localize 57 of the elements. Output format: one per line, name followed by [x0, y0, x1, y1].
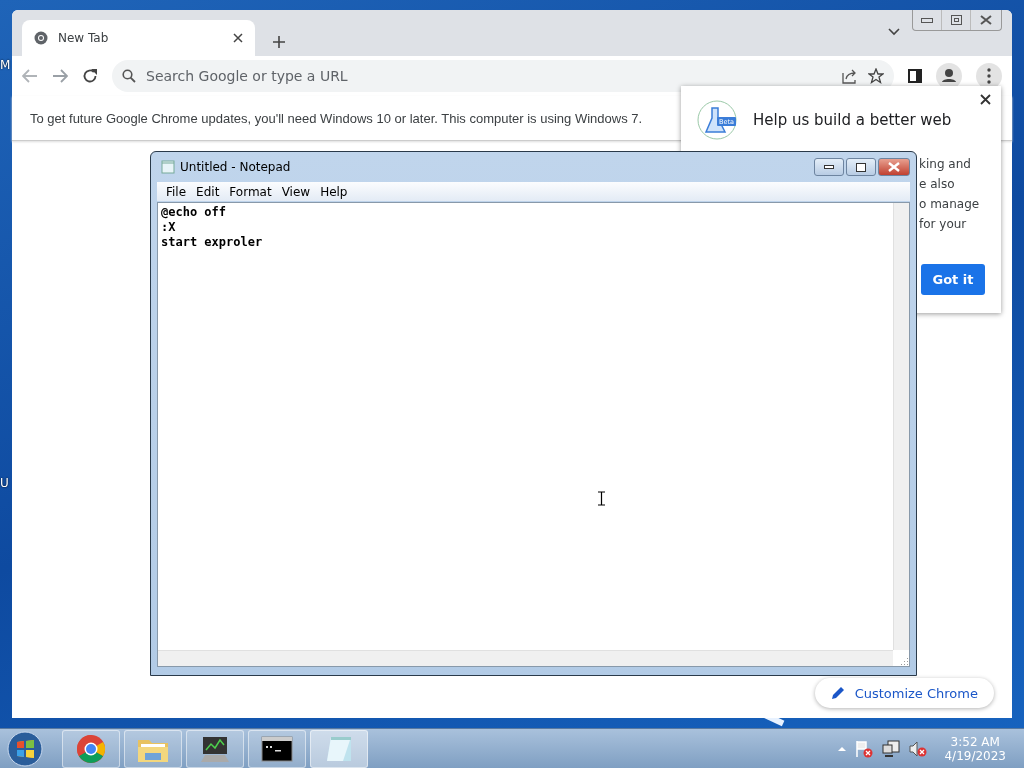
minimize-icon[interactable]	[921, 17, 933, 23]
start-button[interactable]	[7, 730, 43, 767]
popup-text: king and	[919, 156, 972, 173]
date: 4/19/2023	[944, 748, 1006, 763]
new-tab-icon[interactable]	[273, 36, 285, 48]
taskbar-button[interactable]	[186, 729, 244, 768]
search-icon	[122, 69, 136, 83]
customize-chrome-button[interactable]: Customize Chrome	[814, 678, 994, 708]
text-line: start exproler	[161, 235, 264, 250]
menu-item[interactable]: File	[161, 184, 192, 199]
close-button[interactable]	[878, 158, 910, 176]
desktop-label: M	[0, 58, 11, 72]
close-icon[interactable]	[233, 33, 243, 43]
star-icon[interactable]	[868, 68, 884, 84]
text-line: :X	[161, 220, 177, 235]
popup-text: o manage	[919, 196, 981, 213]
chrome-icon	[76, 733, 106, 764]
console-icon	[261, 735, 293, 762]
address-bar[interactable]: Search Google or type a URL	[112, 60, 894, 92]
taskbar-button[interactable]	[248, 729, 306, 768]
network-icon[interactable]	[882, 739, 901, 758]
maximize-icon	[856, 162, 866, 172]
minimize-button[interactable]	[814, 158, 844, 176]
menu-icon[interactable]	[976, 63, 1002, 89]
close-icon[interactable]	[980, 94, 991, 105]
flag-icon[interactable]	[855, 739, 874, 758]
maximize-button[interactable]	[846, 158, 876, 176]
menu-item[interactable]: View	[276, 184, 316, 199]
maximize-icon[interactable]	[950, 15, 962, 25]
menu-item[interactable]: Help	[315, 184, 353, 199]
minimize-icon	[824, 165, 834, 169]
chrome-icon	[34, 31, 48, 45]
window-title: Untitled - Notepad	[180, 160, 291, 174]
text-line: @echo off	[161, 205, 228, 220]
popup-text: for your	[919, 216, 968, 233]
time: 3:52 AM	[950, 734, 1000, 749]
popup-title: Help us build a better web	[753, 111, 952, 129]
text-cursor-icon	[598, 491, 605, 506]
close-icon[interactable]	[980, 15, 992, 25]
side-panel-icon[interactable]	[908, 69, 922, 83]
close-icon	[888, 162, 900, 172]
forward-icon[interactable]	[52, 69, 68, 83]
update-notice: To get future Google Chrome updates, you'll need Windows 10 or later. This computer is using Windows 7.	[30, 110, 643, 126]
share-icon[interactable]	[842, 68, 858, 84]
browser-tab[interactable]: New Tab	[22, 20, 255, 56]
text-area[interactable]: @echo off :X start exproler	[157, 202, 910, 667]
got-it-button[interactable]: Got it	[921, 264, 985, 295]
size-grip-icon[interactable]	[900, 657, 909, 666]
menu-item[interactable]: Edit	[191, 184, 225, 199]
notepad-icon	[161, 160, 175, 174]
chevron-down-icon[interactable]	[888, 28, 900, 36]
reload-icon[interactable]	[82, 68, 98, 84]
muted-speaker-icon[interactable]	[909, 739, 928, 758]
desktop-label: U	[0, 476, 9, 490]
pencil-icon	[830, 686, 845, 700]
popup-text: e also	[919, 176, 956, 193]
menu-item[interactable]: Format	[224, 184, 277, 199]
